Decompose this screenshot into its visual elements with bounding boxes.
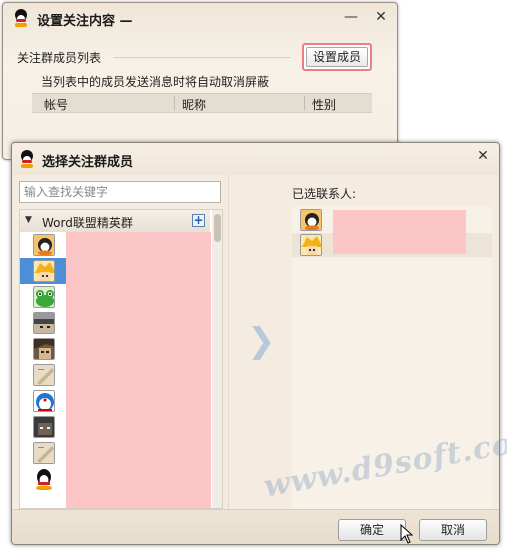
- group-header[interactable]: ▼ Word联盟精英群 +: [20, 210, 210, 232]
- anime-avatar-icon: [33, 260, 55, 282]
- title-bar[interactable]: 选择关注群成员 ✕: [12, 143, 499, 175]
- frog-avatar-icon: [33, 286, 55, 308]
- penguin-avatar-icon: [300, 209, 322, 231]
- doraemon-avatar-icon: [33, 390, 55, 412]
- close-button[interactable]: ✕: [472, 147, 494, 165]
- chevron-right-icon[interactable]: ❯: [247, 321, 276, 361]
- scroll-thumb[interactable]: [214, 214, 221, 242]
- auto-unblock-hint: 当列表中的成员发送消息时将自动取消屏蔽: [41, 75, 270, 89]
- page-avatar-icon: [33, 364, 55, 386]
- redacted-nicknames: [66, 232, 211, 508]
- set-members-button[interactable]: 设置成员: [306, 47, 368, 67]
- dark-face-avatar-icon: [33, 416, 55, 438]
- window-title: 设置关注内容 —: [37, 14, 133, 29]
- member-list-label: 关注群成员列表: [17, 51, 102, 65]
- qq-penguin-avatar-icon: [33, 468, 55, 490]
- close-button[interactable]: ✕: [370, 8, 392, 26]
- triangle-down-icon[interactable]: ▼: [25, 215, 32, 225]
- member-tree: ▼ Word联盟精英群 +: [19, 209, 223, 509]
- title-bar[interactable]: 设置关注内容 — — ✕: [3, 3, 397, 33]
- member-table-header: 帐号 昵称 性别: [32, 93, 372, 113]
- cancel-button[interactable]: 取消: [419, 519, 487, 541]
- dialog-footer: 确定 取消: [12, 509, 499, 544]
- select-members-dialog: 选择关注群成员 ✕ 输入查找关键字 ▼ Word联盟精英群 + ❯ 已选联系人:…: [11, 142, 500, 545]
- search-input[interactable]: 输入查找关键字: [19, 181, 221, 203]
- redacted-selected-names: [333, 210, 466, 254]
- column-separator: [304, 96, 305, 110]
- minimize-button[interactable]: —: [340, 8, 362, 26]
- selected-contacts-list: [292, 207, 492, 509]
- ok-button[interactable]: 确定: [338, 519, 406, 541]
- qq-penguin-icon: [12, 9, 30, 27]
- anime-avatar-icon: [300, 234, 322, 256]
- column-account[interactable]: 帐号: [44, 96, 68, 113]
- column-gender[interactable]: 性别: [312, 96, 336, 113]
- set-follow-content-window: 设置关注内容 — — ✕ 关注群成员列表 设置成员 当列表中的成员发送消息时将自…: [2, 2, 398, 160]
- panel-divider: [228, 175, 229, 515]
- selected-contacts-label: 已选联系人:: [292, 187, 357, 201]
- qq-penguin-icon: [18, 150, 36, 168]
- warrior-avatar-icon: [33, 338, 55, 360]
- plus-icon[interactable]: +: [192, 214, 205, 227]
- column-separator: [174, 96, 175, 110]
- scrollbar[interactable]: [212, 210, 222, 508]
- group-name: Word联盟精英群: [42, 216, 133, 230]
- ninja-avatar-icon: [33, 312, 55, 334]
- dialog-title: 选择关注群成员: [42, 155, 134, 170]
- penguin-avatar-icon: [33, 234, 55, 256]
- mouse-cursor-icon: [400, 524, 414, 544]
- section-divider: [113, 57, 291, 58]
- column-nickname[interactable]: 昵称: [182, 96, 206, 113]
- page-avatar-icon: [33, 442, 55, 464]
- set-members-button-highlight[interactable]: 设置成员: [302, 43, 372, 71]
